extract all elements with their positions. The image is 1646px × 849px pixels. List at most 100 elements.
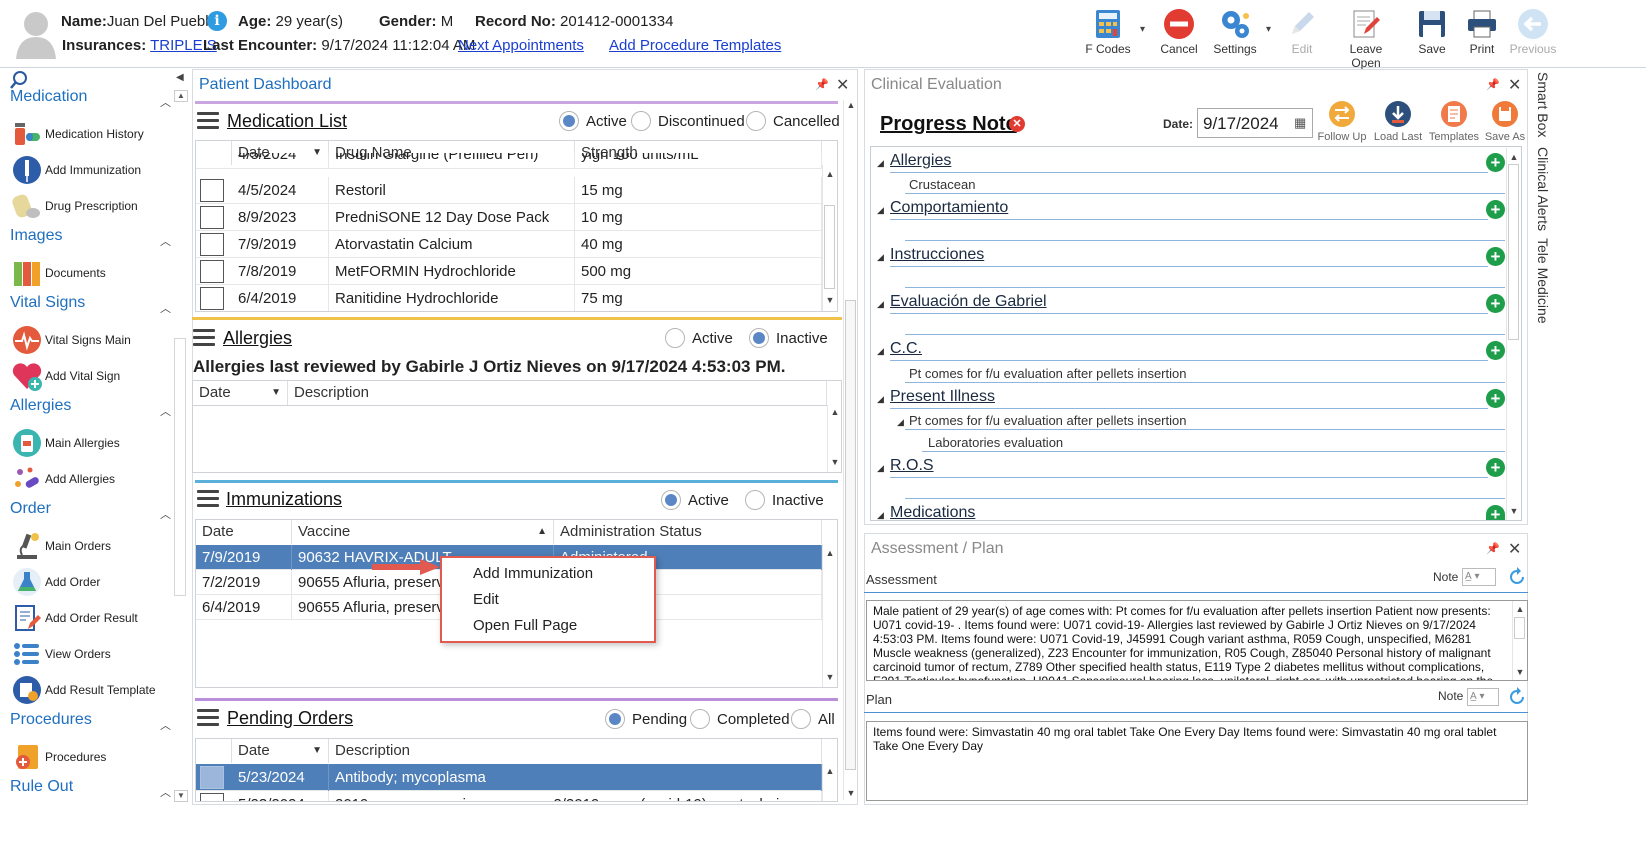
scroll-thumb[interactable] bbox=[824, 205, 835, 289]
table-row[interactable]: 4/5/2024 Restoril 15 mg bbox=[196, 177, 822, 204]
table-row[interactable]: 6/4/2019 Ranitidine Hydrochloride 75 mg bbox=[196, 285, 822, 311]
immunizations-grid-scrollbar[interactable]: ▲ ▼ bbox=[822, 544, 836, 687]
sidebar-section-medication[interactable]: Medication bbox=[10, 88, 87, 106]
row-checkbox[interactable] bbox=[200, 233, 224, 256]
orders-all-radio[interactable]: All bbox=[791, 709, 835, 729]
expand-triangle-icon[interactable]: ◢ bbox=[877, 463, 884, 474]
scroll-down-icon[interactable]: ▼ bbox=[844, 788, 858, 798]
add-section-item-icon[interactable]: + bbox=[1486, 458, 1505, 477]
leave-open-button[interactable]: Leave Open bbox=[1334, 6, 1398, 70]
sidebar-item-view-orders[interactable]: View Orders bbox=[10, 636, 111, 672]
sidebar-item-vital-signs-main[interactable]: Vital Signs Main bbox=[10, 322, 131, 358]
progress-note-title[interactable]: Progress Note bbox=[880, 113, 1017, 136]
dashboard-scrollbar[interactable]: ▲ ▼ bbox=[843, 100, 857, 800]
sidebar-item-add-immunization[interactable]: Add Immunization bbox=[10, 152, 141, 188]
allergies-inactive-radio[interactable]: Inactive bbox=[749, 328, 828, 348]
allergies-active-radio[interactable]: Active bbox=[665, 328, 733, 348]
fcodes-button[interactable]: F Codes bbox=[1080, 6, 1136, 62]
expand-triangle-icon[interactable]: ◢ bbox=[877, 299, 884, 310]
sidebar-item-add-allergies[interactable]: Add Allergies bbox=[10, 461, 115, 497]
sidebar-section-allergies[interactable]: Allergies bbox=[10, 397, 71, 415]
add-procedure-templates-link[interactable]: Add Procedure Templates bbox=[609, 37, 781, 54]
assessment-scrollbar[interactable]: ▲ ▼ bbox=[1512, 601, 1526, 680]
close-icon[interactable]: ✕ bbox=[836, 75, 849, 95]
section-instrucciones[interactable]: Instrucciones bbox=[890, 246, 984, 264]
hamburger-menu-icon[interactable] bbox=[197, 709, 219, 727]
load-last-button[interactable]: Load Last bbox=[1372, 100, 1424, 143]
context-menu-open-full-page[interactable]: Open Full Page bbox=[473, 617, 577, 634]
chevron-up-icon[interactable]: ︿ bbox=[160, 403, 171, 419]
sidebar-section-rule-out[interactable]: Rule Out bbox=[10, 778, 73, 796]
context-menu-add-immunization[interactable]: Add Immunization bbox=[473, 565, 593, 582]
remove-icon[interactable]: ✕ bbox=[1009, 116, 1025, 132]
scroll-down-icon[interactable]: ▼ bbox=[1513, 667, 1527, 677]
medication-active-radio[interactable]: Active bbox=[559, 111, 627, 131]
sidebar-scroll-down-icon[interactable]: ▼ bbox=[174, 790, 188, 802]
scroll-down-icon[interactable]: ▼ bbox=[1507, 506, 1521, 516]
save-as-button[interactable]: Save As bbox=[1480, 100, 1530, 143]
scroll-up-icon[interactable]: ▲ bbox=[844, 100, 858, 110]
scroll-down-icon[interactable]: ▼ bbox=[823, 672, 837, 682]
sidebar-item-main-orders[interactable]: Main Orders bbox=[10, 528, 111, 564]
pin-icon[interactable]: 📌 bbox=[1486, 78, 1500, 91]
collapse-sidebar-icon[interactable]: ◀ bbox=[176, 72, 184, 83]
pin-icon[interactable]: 📌 bbox=[815, 78, 829, 91]
orders-completed-radio[interactable]: Completed bbox=[690, 709, 790, 729]
column-header-date[interactable]: Date bbox=[196, 520, 292, 544]
scroll-up-icon[interactable]: ▲ bbox=[828, 407, 842, 417]
sort-dropdown-icon[interactable]: ▼ bbox=[271, 381, 281, 405]
templates-button[interactable]: Templates bbox=[1428, 100, 1480, 143]
sidebar-item-drug-prescription[interactable]: Drug Prescription bbox=[10, 188, 138, 224]
immunizations-inactive-radio[interactable]: Inactive bbox=[745, 490, 824, 510]
allergies-grid-scrollbar[interactable]: ▲ ▼ bbox=[827, 405, 841, 472]
table-row[interactable]: 8/9/2023 PredniSONE 12 Day Dose Pack 10 … bbox=[196, 204, 822, 231]
chevron-up-icon[interactable]: ︿ bbox=[160, 94, 171, 110]
edit-button[interactable]: Edit bbox=[1280, 6, 1324, 62]
date-input[interactable]: 9/17/2024 ▦ bbox=[1197, 108, 1313, 138]
assessment-textarea[interactable]: Male patient of 29 year(s) of age comes … bbox=[866, 600, 1528, 681]
medication-discontinued-radio[interactable]: Discontinued bbox=[631, 111, 745, 131]
add-section-item-icon[interactable]: + bbox=[1486, 341, 1505, 360]
expand-triangle-icon[interactable]: ◢ bbox=[877, 394, 884, 405]
info-icon[interactable]: i bbox=[207, 11, 227, 31]
tab-clinical-alerts[interactable]: Clinical Alerts bbox=[1535, 147, 1551, 231]
add-section-item-icon[interactable]: + bbox=[1486, 505, 1505, 520]
add-section-item-icon[interactable]: + bbox=[1486, 294, 1505, 313]
close-icon[interactable]: ✕ bbox=[1508, 75, 1521, 95]
row-checkbox[interactable] bbox=[200, 766, 224, 789]
scroll-up-icon[interactable]: ▲ bbox=[823, 548, 837, 558]
sort-dropdown-icon[interactable]: ▼ bbox=[312, 739, 322, 763]
sidebar-item-add-result-template[interactable]: Add Result Template bbox=[10, 672, 156, 708]
table-row[interactable]: 5/23/2024 2019-ncov coronavirus-sars-cov… bbox=[196, 791, 822, 801]
table-row[interactable]: 7/9/2019 Atorvastatin Calcium 40 mg bbox=[196, 231, 822, 258]
medication-grid-scrollbar[interactable]: ▲ ▼ bbox=[822, 165, 836, 311]
expand-triangle-icon[interactable]: ◢ bbox=[877, 205, 884, 216]
plan-textarea[interactable]: Items found were: Simvastatin 40 mg oral… bbox=[866, 721, 1528, 801]
row-checkbox[interactable] bbox=[200, 287, 224, 310]
expand-triangle-icon[interactable]: ◢ bbox=[877, 346, 884, 357]
scroll-down-icon[interactable]: ▼ bbox=[828, 457, 842, 467]
sort-ascending-icon[interactable]: ▲ bbox=[537, 520, 547, 544]
expand-triangle-icon[interactable]: ◢ bbox=[877, 252, 884, 263]
plan-template-dropdown[interactable]: A̲ ▾ bbox=[1467, 688, 1499, 706]
pin-icon[interactable]: 📌 bbox=[1486, 542, 1500, 555]
scroll-up-icon[interactable]: ▲ bbox=[823, 766, 837, 776]
add-section-item-icon[interactable]: + bbox=[1486, 247, 1505, 266]
row-checkbox[interactable] bbox=[200, 793, 224, 801]
search-icon[interactable] bbox=[9, 70, 29, 90]
scroll-up-icon[interactable]: ▲ bbox=[1513, 604, 1527, 614]
sidebar-section-order[interactable]: Order bbox=[10, 500, 51, 518]
expand-triangle-icon[interactable]: ◢ bbox=[897, 417, 904, 428]
sidebar-item-documents[interactable]: Documents bbox=[10, 255, 106, 291]
sidebar-scroll-up-icon[interactable]: ▲ bbox=[174, 90, 188, 102]
previous-button[interactable]: Previous bbox=[1508, 6, 1558, 62]
scroll-thumb[interactable] bbox=[1508, 164, 1519, 340]
section-present-illness[interactable]: Present Illness bbox=[890, 388, 995, 406]
scroll-down-icon[interactable]: ▼ bbox=[823, 295, 837, 305]
expand-triangle-icon[interactable]: ◢ bbox=[877, 510, 884, 521]
column-header-administration-status[interactable]: Administration Status bbox=[554, 520, 822, 544]
orders-grid-scrollbar[interactable]: ▲ bbox=[822, 763, 836, 801]
cancel-button[interactable]: Cancel bbox=[1156, 6, 1202, 62]
settings-dropdown-icon[interactable]: ▾ bbox=[1266, 24, 1271, 35]
table-row-selected[interactable]: 5/23/2024 Antibody; mycoplasma bbox=[196, 764, 822, 791]
